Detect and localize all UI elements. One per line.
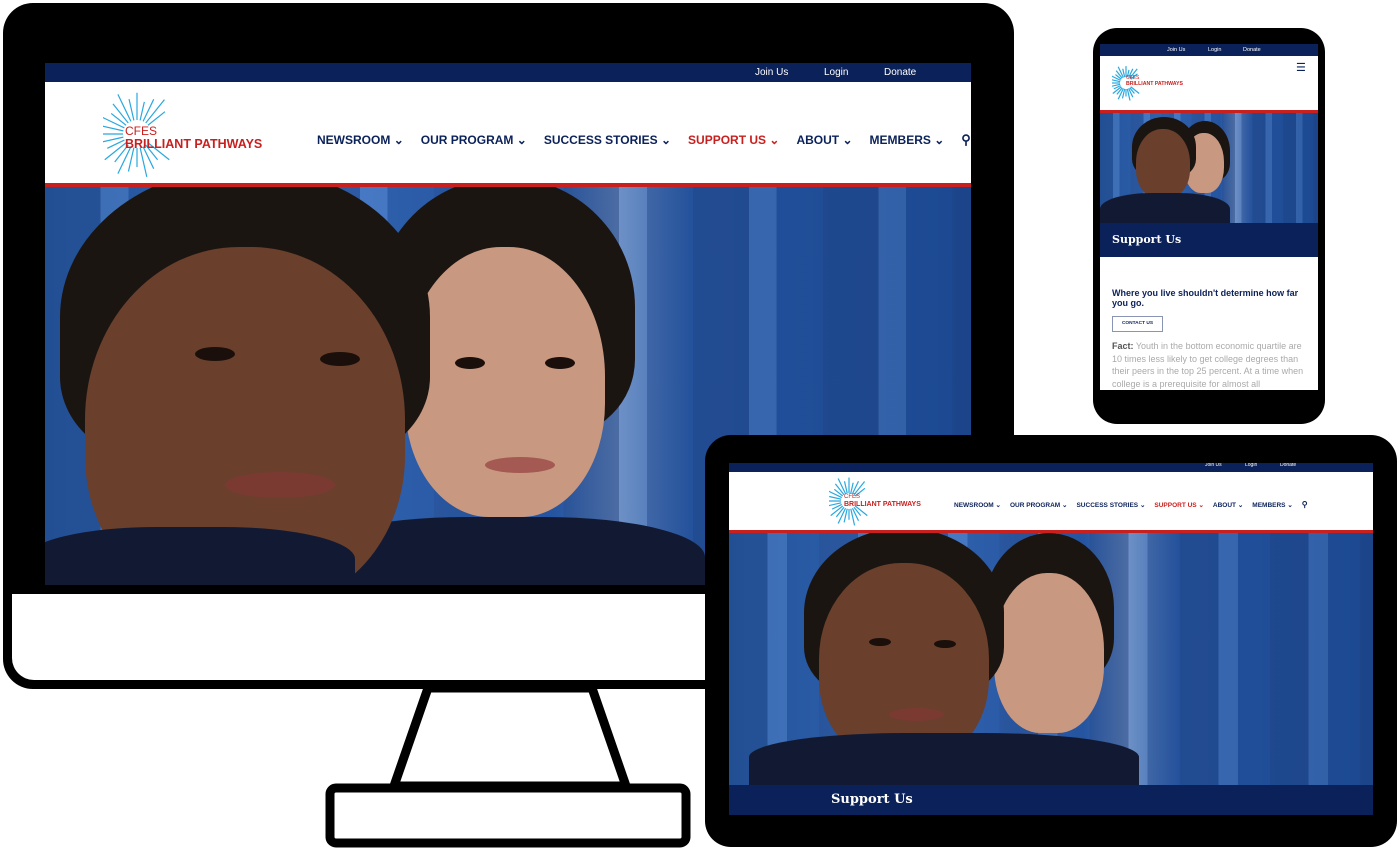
page-title-banner: Support Us bbox=[729, 785, 1373, 815]
chevron-down-icon: ⌄ bbox=[1237, 501, 1244, 509]
nav-newsroom[interactable]: NEWSROOM ⌄ bbox=[317, 133, 404, 147]
chevron-down-icon: ⌄ bbox=[1139, 501, 1146, 509]
search-icon[interactable]: ⚲ bbox=[1302, 500, 1308, 509]
logo-cfes: CFES bbox=[844, 494, 861, 500]
donate-link[interactable]: Donate bbox=[884, 67, 916, 78]
page-title: Support Us bbox=[1112, 233, 1182, 246]
login-link[interactable]: Login bbox=[824, 67, 848, 78]
nav-our-program[interactable]: OUR PROGRAM ⌄ bbox=[1010, 501, 1067, 509]
chevron-down-icon: ⌄ bbox=[393, 133, 404, 147]
chevron-down-icon: ⌄ bbox=[1287, 501, 1293, 509]
nav-our-program[interactable]: OUR PROGRAM ⌄ bbox=[421, 133, 527, 147]
tablet-screen: Join Us Login Donate CFES BRILLIANT PATH… bbox=[729, 463, 1373, 815]
hamburger-menu-icon[interactable]: ☰ bbox=[1296, 63, 1306, 74]
nav-members[interactable]: MEMBERS ⌄ bbox=[870, 133, 945, 147]
join-us-link[interactable]: Join Us bbox=[755, 67, 788, 78]
logo[interactable]: CFES BRILLIANT PATHWAYS bbox=[103, 89, 303, 179]
logo[interactable]: CFES BRILLIANT PATHWAYS bbox=[829, 475, 939, 527]
search-icon[interactable]: ⚲ bbox=[961, 132, 971, 148]
main-nav: NEWSROOM ⌄ OUR PROGRAM ⌄ SUCCESS STORIES… bbox=[954, 500, 1308, 509]
fact-text: Youth in the bottom economic quartile ar… bbox=[1112, 341, 1304, 389]
join-us-link[interactable]: Join Us bbox=[1205, 463, 1222, 468]
nav-success-stories[interactable]: SUCCESS STORIES ⌄ bbox=[1076, 501, 1145, 509]
hero-image bbox=[729, 533, 1373, 785]
headline: Where you live shouldn't determine how f… bbox=[1112, 288, 1299, 308]
chevron-down-icon: ⌄ bbox=[934, 133, 945, 147]
nav-members[interactable]: MEMBERS ⌄ bbox=[1252, 501, 1293, 509]
chevron-down-icon: ⌄ bbox=[995, 501, 1001, 509]
nav-support-us[interactable]: SUPPORT US ⌄ bbox=[688, 133, 779, 147]
nav-support-us[interactable]: SUPPORT US ⌄ bbox=[1154, 501, 1204, 509]
page-title-banner: Support Us bbox=[1100, 223, 1318, 257]
login-link[interactable]: Login bbox=[1245, 463, 1257, 468]
nav-success-stories[interactable]: SUCCESS STORIES ⌄ bbox=[544, 133, 671, 147]
phone-screen: Join Us Login Donate CFES BRILLIANT PATH… bbox=[1100, 44, 1318, 390]
chevron-down-icon: ⌄ bbox=[1062, 501, 1068, 509]
top-bar: Join Us Login Donate bbox=[45, 63, 971, 82]
logo-name: BRILLIANT PATHWAYS bbox=[844, 501, 921, 508]
hero-image bbox=[1100, 113, 1318, 223]
nav-newsroom[interactable]: NEWSROOM ⌄ bbox=[954, 501, 1001, 509]
fact-paragraph: Fact: Youth in the bottom economic quart… bbox=[1112, 340, 1312, 390]
logo[interactable]: CFES BRILLIANT PATHWAYS bbox=[1112, 64, 1202, 104]
join-us-link[interactable]: Join Us bbox=[1167, 47, 1185, 53]
chevron-down-icon: ⌄ bbox=[769, 133, 780, 147]
nav-about[interactable]: ABOUT ⌄ bbox=[1213, 501, 1243, 509]
donate-link[interactable]: Donate bbox=[1280, 463, 1296, 468]
main-nav: NEWSROOM ⌄ OUR PROGRAM ⌄ SUCCESS STORIES… bbox=[317, 132, 971, 148]
fact-label: Fact: bbox=[1112, 341, 1134, 351]
login-link[interactable]: Login bbox=[1208, 47, 1221, 53]
donate-link[interactable]: Donate bbox=[1243, 47, 1261, 53]
logo-name: BRILLIANT PATHWAYS bbox=[1126, 81, 1183, 87]
nav-about[interactable]: ABOUT ⌄ bbox=[796, 133, 852, 147]
top-bar: Join Us Login Donate bbox=[1100, 44, 1318, 56]
chevron-down-icon: ⌄ bbox=[660, 133, 672, 147]
logo-cfes: CFES bbox=[125, 124, 158, 138]
chevron-down-icon: ⌄ bbox=[1198, 501, 1204, 509]
top-bar: Join Us Login Donate bbox=[729, 463, 1373, 472]
logo-name: BRILLIANT PATHWAYS bbox=[125, 137, 263, 151]
chevron-down-icon: ⌄ bbox=[516, 133, 527, 147]
page-title: Support Us bbox=[831, 792, 913, 807]
chevron-down-icon: ⌄ bbox=[842, 133, 853, 147]
contact-us-button[interactable]: CONTACT US bbox=[1112, 316, 1163, 332]
